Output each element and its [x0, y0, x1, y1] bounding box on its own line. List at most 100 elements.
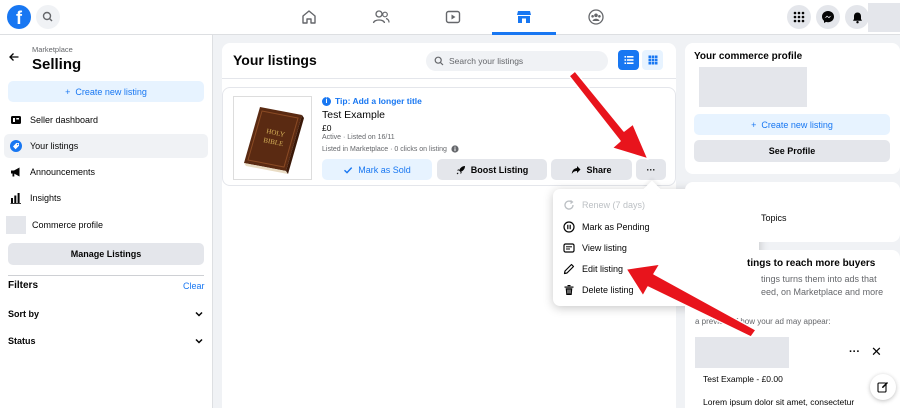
listing-tip[interactable]: i Tip: Add a longer title: [322, 96, 422, 106]
tag-icon: [10, 140, 22, 152]
clear-filters-link[interactable]: Clear: [183, 281, 205, 291]
home-tab[interactable]: [277, 0, 341, 34]
chevron-down-icon: [195, 311, 203, 317]
commerce-profile-card: Your commerce profile + Create new listi…: [685, 43, 900, 174]
filter-sort-by[interactable]: Sort by: [8, 309, 204, 319]
sidebar-item-insights[interactable]: Insights: [4, 186, 208, 210]
sidebar-item-label: Commerce profile: [32, 220, 104, 230]
groups-icon: [588, 9, 604, 25]
more-dots-icon: ···: [646, 164, 656, 175]
menu-grid-icon: [793, 11, 805, 23]
watch-tab[interactable]: [421, 0, 485, 34]
divider: [222, 78, 676, 79]
notifications-button[interactable]: [845, 5, 869, 29]
grid-view-toggle[interactable]: [642, 50, 663, 70]
checkmark-icon: [344, 166, 353, 174]
listing-thumbnail[interactable]: HOLY BIBLE: [233, 96, 312, 180]
filter-status[interactable]: Status: [8, 336, 204, 346]
bell-icon: [852, 12, 862, 23]
trash-icon: [563, 284, 575, 296]
listing-card[interactable]: HOLY BIBLE i Tip: Add a longer title Tes…: [222, 87, 676, 186]
ad-preview-image-placeholder: [695, 337, 789, 368]
share-arrow-icon: [572, 165, 581, 174]
ad-more-options-button[interactable]: ···: [849, 346, 860, 358]
messenger-icon: [822, 11, 834, 23]
sidebar-item-your-listings[interactable]: Your listings: [4, 134, 208, 158]
chevron-down-icon: [195, 338, 203, 344]
commerce-profile-title: Your commerce profile: [694, 51, 803, 62]
info-icon[interactable]: [451, 145, 459, 153]
sidebar-item-label: Your listings: [30, 141, 79, 151]
sidebar-item-commerce-profile[interactable]: Commerce profile: [4, 213, 208, 237]
search-button[interactable]: [36, 5, 60, 29]
ad-preview-caption: a preview of how your ad may appear:: [695, 317, 831, 326]
rocket-icon: [456, 165, 465, 174]
search-listings-input[interactable]: Search your listings: [426, 51, 608, 71]
listing-title[interactable]: Test Example: [322, 109, 385, 121]
ad-preview-title: Test Example - £0.00: [703, 374, 783, 384]
plus-icon: +: [751, 119, 757, 130]
mark-as-sold-label: Mark as Sold: [358, 164, 411, 175]
search-placeholder: Search your listings: [449, 56, 524, 66]
listing-meta-text: Listed in Marketplace · 0 clicks on list…: [322, 145, 447, 153]
see-profile-button[interactable]: See Profile: [694, 140, 890, 162]
compose-pencil-icon: [877, 382, 888, 393]
sidebar-item-label: Seller dashboard: [30, 115, 99, 125]
close-icon[interactable]: ✕: [871, 344, 882, 360]
listing-meta: Listed in Marketplace · 0 clicks on list…: [322, 145, 459, 153]
listing-status: Active · Listed on 16/11: [322, 134, 395, 141]
share-button[interactable]: Share: [551, 159, 632, 180]
divider: [8, 275, 204, 276]
profile-image-placeholder: [699, 67, 807, 107]
search-icon: [42, 11, 53, 22]
friends-icon: [372, 10, 390, 24]
back-arrow-icon[interactable]: [8, 51, 20, 63]
account-avatar[interactable]: [868, 3, 900, 32]
plus-icon: +: [65, 86, 71, 97]
pencil-icon: [563, 263, 575, 275]
mark-as-sold-button[interactable]: Mark as Sold: [322, 159, 432, 180]
sidebar-item-seller-dashboard[interactable]: Seller dashboard: [4, 108, 208, 132]
chart-icon: [10, 192, 22, 204]
list-view-toggle[interactable]: [618, 50, 639, 70]
create-new-listing-label: Create new listing: [761, 119, 833, 130]
profile-placeholder-icon: [6, 216, 26, 234]
groups-tab[interactable]: [564, 0, 628, 34]
boost-description-line: tings turns them into ads that: [761, 274, 877, 284]
more-options-button[interactable]: ···: [636, 159, 666, 180]
filter-label: Status: [8, 336, 36, 346]
renew-icon: [563, 199, 575, 211]
search-icon: [434, 56, 444, 66]
manage-listings-button[interactable]: Manage Listings: [8, 243, 204, 265]
top-nav: f: [0, 0, 900, 35]
facebook-logo[interactable]: f: [7, 5, 31, 29]
share-label: Share: [586, 164, 612, 175]
watch-icon: [445, 10, 461, 24]
listing-price: £0: [322, 123, 332, 133]
friends-tab[interactable]: [349, 0, 413, 34]
create-new-listing-label: Create new listing: [75, 86, 147, 97]
dashboard-icon: [10, 114, 22, 126]
compose-button[interactable]: [870, 374, 896, 400]
menu-item-label: Delete listing: [582, 285, 634, 295]
menu-item-label: View listing: [582, 243, 627, 253]
pause-circle-icon: [563, 221, 575, 233]
tip-label: Tip: Add a longer title: [335, 96, 422, 106]
view-listing-icon: [563, 242, 575, 254]
left-sidebar: Marketplace Selling + Create new listing…: [0, 35, 213, 408]
marketplace-tab[interactable]: [492, 0, 556, 35]
topics-label[interactable]: Topics: [761, 213, 787, 223]
menu-item-label: Renew (7 days): [582, 200, 646, 210]
listings-title: Your listings: [233, 52, 317, 68]
filters-heading: Filters: [8, 280, 39, 291]
sidebar-item-announcements[interactable]: Announcements: [4, 160, 208, 184]
page-title: Selling: [32, 56, 82, 73]
menu-item-label: Edit listing: [582, 264, 624, 274]
breadcrumb[interactable]: Marketplace: [32, 45, 73, 54]
sidebar-item-label: Insights: [30, 193, 62, 203]
menu-button[interactable]: [787, 5, 811, 29]
messenger-button[interactable]: [816, 5, 840, 29]
create-new-listing-button[interactable]: + Create new listing: [8, 81, 204, 102]
boost-listing-button[interactable]: Boost Listing: [437, 159, 547, 180]
create-new-listing-button[interactable]: + Create new listing: [694, 114, 890, 135]
